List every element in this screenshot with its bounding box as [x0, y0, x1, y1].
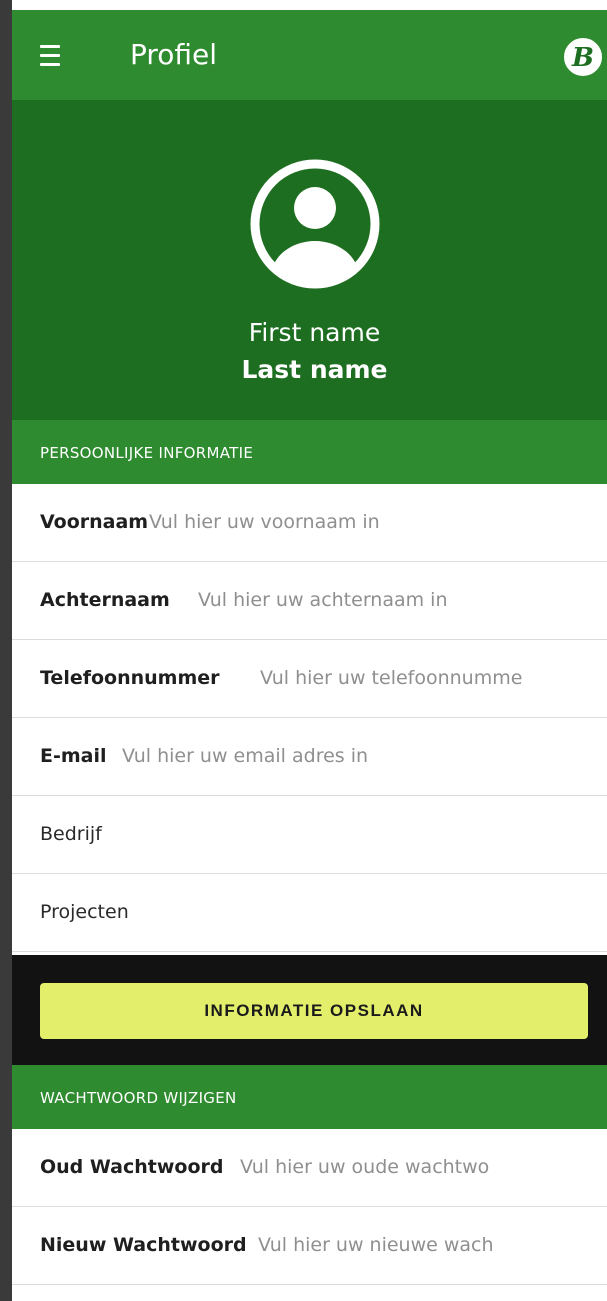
field-label: Voornaam: [40, 511, 149, 533]
projects-select[interactable]: Projecten: [12, 874, 607, 952]
field-label: Nieuw Wachtwoord: [40, 1234, 247, 1256]
last-name-field[interactable]: Achternaam Vul hier uw achternaam in: [12, 562, 607, 640]
field-placeholder: Vul hier uw oude wachtwo: [240, 1156, 490, 1178]
profile-screen: Profiel B First name Last name PERSOONLI…: [12, 10, 607, 1301]
projects-label: Projecten: [40, 901, 129, 923]
field-label: Achternaam: [40, 589, 170, 611]
profile-last-name: Last name: [241, 355, 388, 384]
brand-logo-icon: B: [562, 36, 604, 78]
screen-border-left: [0, 0, 12, 1301]
profile-first-name: First name: [248, 318, 381, 347]
app-bar: Profiel B: [12, 10, 607, 100]
phone-field[interactable]: Telefoonnummer Vul hier uw telefoonnumme: [12, 640, 607, 718]
new-password-field[interactable]: Nieuw Wachtwoord Vul hier uw nieuwe wach: [12, 1207, 607, 1285]
company-select[interactable]: Bedrijf: [12, 796, 607, 874]
field-placeholder: Vul hier uw voornaam in: [149, 511, 380, 533]
first-name-field[interactable]: Voornaam Vul hier uw voornaam in: [12, 484, 607, 562]
brand-logo-letter: B: [571, 43, 594, 73]
field-placeholder: Vul hier uw email adres in: [122, 745, 369, 767]
section-header-label: PERSOONLIJKE INFORMATIE: [40, 444, 254, 462]
avatar-icon[interactable]: [248, 157, 382, 291]
section-header-label: WACHTWOORD WIJZIGEN: [40, 1089, 237, 1107]
screen-border-top: [0, 0, 607, 10]
email-field[interactable]: E-mail Vul hier uw email adres in: [12, 718, 607, 796]
field-label: Telefoonnummer: [40, 667, 220, 689]
section-header-personal-info: PERSOONLIJKE INFORMATIE: [12, 420, 607, 484]
profile-header: First name Last name: [12, 100, 607, 420]
save-information-button[interactable]: INFORMATIE OPSLAAN: [40, 983, 588, 1039]
old-password-field[interactable]: Oud Wachtwoord Vul hier uw oude wachtwo: [12, 1129, 607, 1207]
field-placeholder: Vul hier uw telefoonnumme: [260, 667, 523, 689]
field-label: Oud Wachtwoord: [40, 1156, 224, 1178]
save-bar: INFORMATIE OPSLAAN: [12, 955, 607, 1065]
field-label: E-mail: [40, 745, 107, 767]
company-label: Bedrijf: [40, 823, 102, 845]
field-placeholder: Vul hier uw achternaam in: [198, 589, 448, 611]
menu-icon[interactable]: [40, 38, 74, 72]
section-header-change-password: WACHTWOORD WIJZIGEN: [12, 1065, 607, 1129]
field-placeholder: Vul hier uw nieuwe wach: [258, 1234, 494, 1256]
page-title: Profiel: [130, 38, 218, 71]
